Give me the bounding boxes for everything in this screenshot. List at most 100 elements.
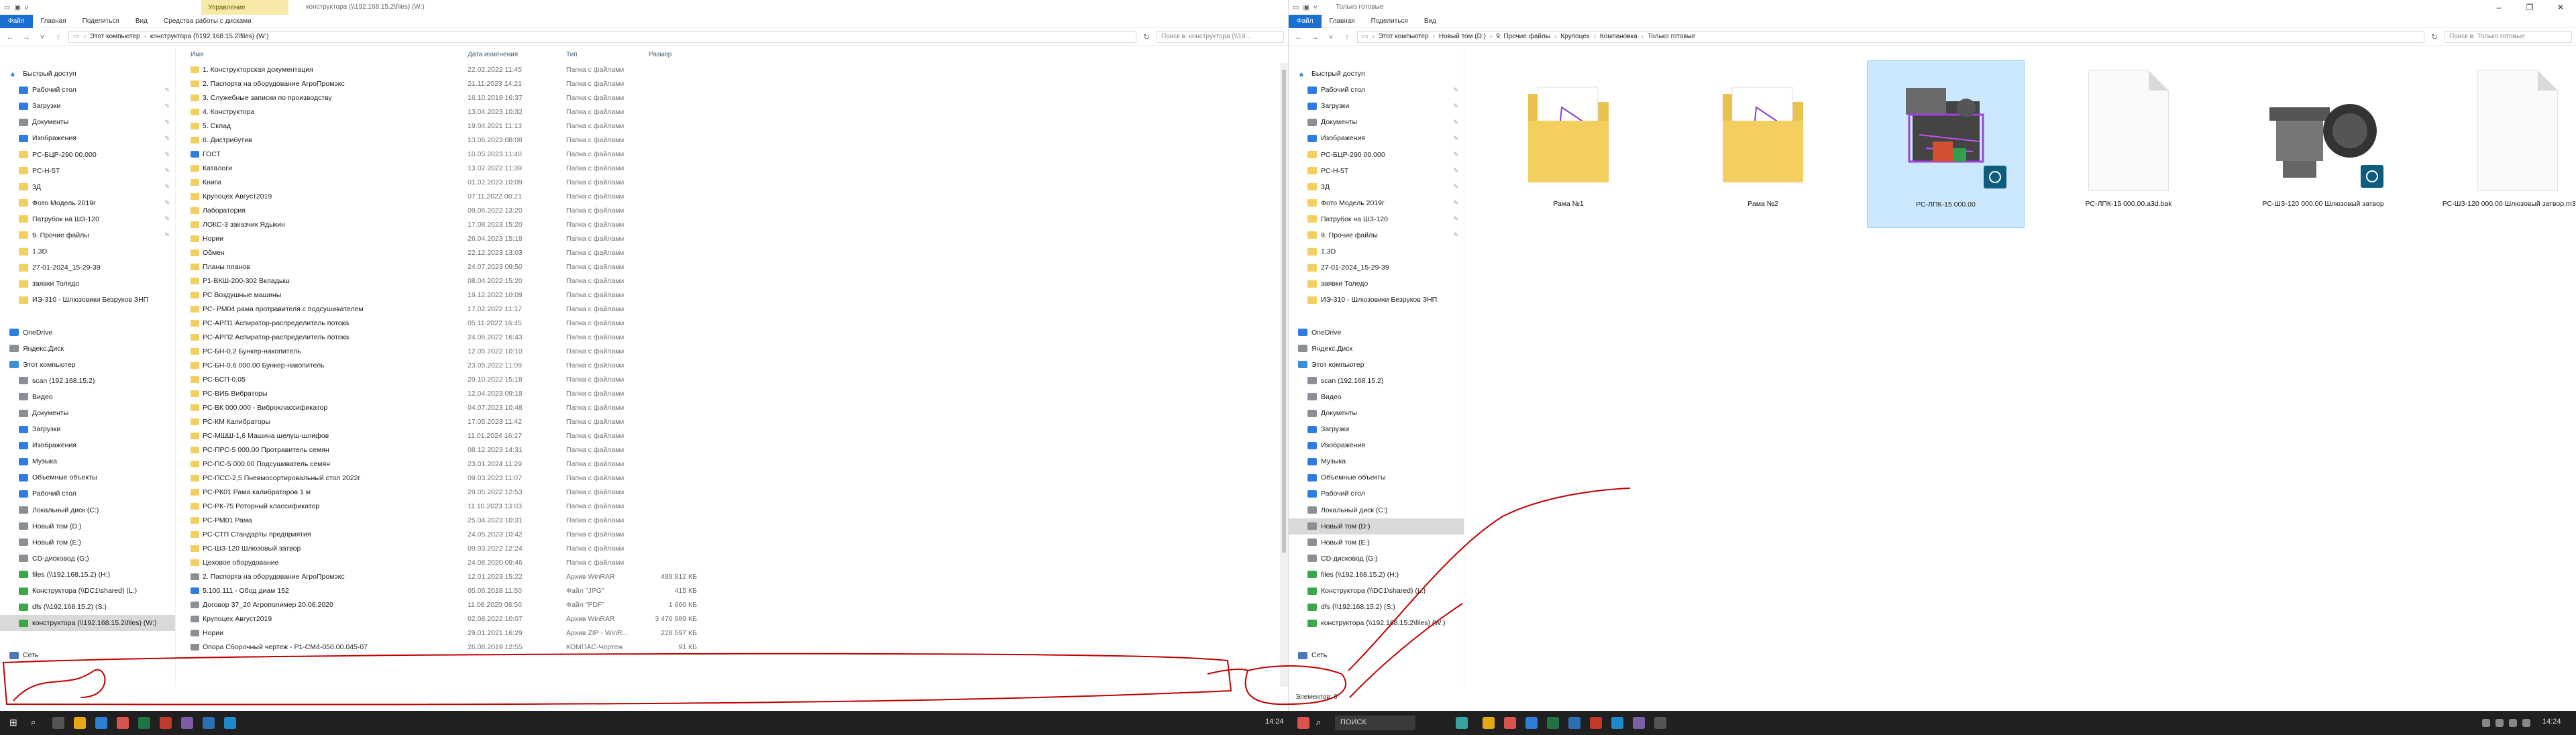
- right-clock[interactable]: 14:24: [2542, 718, 2561, 726]
- file-row[interactable]: 1. Конструкторская документация 22.02.202…: [176, 63, 1288, 77]
- file-row[interactable]: 5.100.111 - Обод диам 152 05.06.2018 11:5…: [176, 584, 1288, 598]
- nav-item[interactable]: 27-01-2024_15-29-39: [0, 260, 175, 276]
- file-tile[interactable]: РС-ЛПК-15 000.00: [1867, 60, 2025, 228]
- search-icon[interactable]: ⌕: [1316, 717, 1328, 729]
- file-row[interactable]: Планы планов 24.07.2023 09:50 Папка с файл…: [176, 260, 1288, 274]
- nav-item[interactable]: РС-Н-5Т ✎: [1289, 163, 1464, 179]
- nav-item[interactable]: РС-БЦР-290 00.000 ✎: [0, 146, 175, 162]
- task-view-icon[interactable]: [52, 717, 64, 729]
- nav-item[interactable]: Сеть: [0, 647, 175, 663]
- tray-icon[interactable]: [2482, 719, 2490, 727]
- file-explorer-icon[interactable]: [1483, 717, 1495, 729]
- ribbon-tab[interactable]: Поделиться: [1363, 15, 1416, 28]
- file-row[interactable]: Договор 37_20 Агрополимер 20.06.2020 11.0…: [176, 598, 1288, 612]
- file-row[interactable]: 3. Служебные записки по производству 16.1…: [176, 91, 1288, 105]
- nav-item[interactable]: scan (192.168.15.2): [1289, 373, 1464, 389]
- kompas-icon[interactable]: [160, 717, 172, 729]
- breadcrumb-item[interactable]: конструктора (\\192.168.15.2\files) (W:): [150, 33, 269, 40]
- ribbon-tab[interactable]: Файл: [0, 14, 33, 28]
- nav-item[interactable]: 1.3D: [0, 243, 175, 260]
- nav-item[interactable]: Документы ✎: [0, 114, 175, 130]
- nav-item[interactable]: Рабочий стол: [0, 486, 175, 502]
- telegram-icon[interactable]: [224, 717, 236, 729]
- app-icon[interactable]: [1456, 717, 1468, 729]
- nav-item[interactable]: заявки Толедо: [1289, 276, 1464, 292]
- column-name[interactable]: Имя: [191, 51, 203, 58]
- nav-item[interactable]: Новый том (D:): [1289, 518, 1464, 534]
- nav-item[interactable]: ★ Быстрый доступ: [0, 66, 175, 82]
- file-row[interactable]: РС-ШЗ-120 Шлюзовый затвор 09.03.2022 12:2…: [176, 542, 1288, 556]
- up-arrow-icon[interactable]: ↑: [52, 32, 64, 42]
- file-row[interactable]: Нории 26.04.2023 15:18 Папка с файлами: [176, 232, 1288, 246]
- edge-icon[interactable]: [1525, 717, 1538, 729]
- file-row[interactable]: 4. Конструктора 13.04.2023 10:32 Папка с ф…: [176, 105, 1288, 119]
- nav-item[interactable]: РС-Н-5Т ✎: [0, 163, 175, 179]
- windows-start-icon[interactable]: ⊞: [9, 717, 21, 729]
- nav-item[interactable]: 27-01-2024_15-29-39: [1289, 260, 1464, 276]
- app-icon[interactable]: [1654, 717, 1666, 729]
- nav-item[interactable]: dfs (\\192.168.15.2) (S:): [1289, 599, 1464, 615]
- ribbon-tab[interactable]: Вид: [1416, 15, 1444, 28]
- maximize-icon[interactable]: ❐: [2514, 0, 2545, 15]
- file-row[interactable]: 2. Паспорта на оборудование АгроПромэкс 2…: [176, 77, 1288, 91]
- nav-item[interactable]: Загрузки: [0, 421, 175, 437]
- nav-item[interactable]: конструктора (\\192.168.15.2\files) (W:): [0, 615, 175, 632]
- viber-icon[interactable]: [181, 717, 193, 729]
- nav-item[interactable]: ИЭ-310 - Шлюзовики Безруков ЗНП: [0, 292, 175, 308]
- app-icon[interactable]: [203, 717, 215, 729]
- nav-item[interactable]: Рабочий стол ✎: [0, 82, 175, 98]
- file-row[interactable]: РС-АРП2 Аспиратор-распределитель потока 2…: [176, 331, 1288, 345]
- nav-item[interactable]: Изображения ✎: [1289, 130, 1464, 146]
- nav-item[interactable]: CD-дисковод (G:): [0, 551, 175, 567]
- file-row[interactable]: РС-АРП1 Аспиратор-распределитель потока 0…: [176, 317, 1288, 331]
- nav-item[interactable]: Сеть: [1289, 647, 1464, 663]
- nav-item[interactable]: 3Д ✎: [0, 179, 175, 195]
- search-input[interactable]: Поиск в: конструктора (\\19...: [1157, 30, 1284, 43]
- file-row[interactable]: РС-ПРС-5 000.00 Протравитель семян 08.12.…: [176, 443, 1288, 457]
- file-row[interactable]: 5. Склад 19.04.2021 11:13 Папка с файлами: [176, 119, 1288, 133]
- file-row[interactable]: Р1-ВКШ-200-302 Вкладыш 08.04.2022 15:20 Па…: [176, 274, 1288, 288]
- file-explorer-icon[interactable]: [74, 717, 86, 729]
- save-icon[interactable]: ▣: [1303, 4, 1309, 11]
- nav-item[interactable]: Рабочий стол ✎: [1289, 82, 1464, 98]
- file-row[interactable]: Опора Сборочный чертеж - Р1-СМ4-050.00.0…: [176, 640, 1288, 655]
- file-row[interactable]: 6. Дистрибутив 13.06.2023 08:08 Папка с фа…: [176, 133, 1288, 148]
- ribbon-tab[interactable]: Поделиться: [74, 15, 127, 28]
- file-row[interactable]: РС-РК-75 Роторный классификатор 11.10.202…: [176, 500, 1288, 514]
- nav-item[interactable]: заявки Толедо: [0, 276, 175, 292]
- file-row[interactable]: РС-ПС-5 000.00 Подсушиватель семян 23.01.…: [176, 457, 1288, 471]
- kompas-icon[interactable]: [1590, 717, 1602, 729]
- nav-item[interactable]: CD-дисковод (G:): [1289, 551, 1464, 567]
- left-clock[interactable]: 14:24: [1265, 718, 1284, 726]
- folder-icon[interactable]: ▭: [4, 4, 10, 11]
- nav-item[interactable]: Новый том (E:): [0, 534, 175, 551]
- file-row[interactable]: РС-БСП-0,05 29.10.2022 15:18 Папка с файла…: [176, 373, 1288, 387]
- file-row[interactable]: Нории 29.01.2021 16:29 Архив ZIP - WinR...…: [176, 626, 1288, 640]
- breadcrumb-chevron-icon[interactable]: ›: [1554, 33, 1556, 40]
- chrome-icon[interactable]: [117, 717, 129, 729]
- refresh-icon[interactable]: ↻: [1140, 32, 1152, 42]
- volume-icon[interactable]: [2509, 719, 2517, 727]
- nav-item[interactable]: ★ Быстрый доступ: [1289, 66, 1464, 82]
- nav-item[interactable]: 3Д ✎: [1289, 179, 1464, 195]
- ribbon-tab[interactable]: Средства работы с дисками: [156, 15, 260, 28]
- breadcrumb-chevron-icon[interactable]: ›: [1433, 33, 1435, 40]
- nav-item[interactable]: dfs (\\192.168.15.2) (S:): [0, 599, 175, 615]
- nav-item[interactable]: Патрубок на ШЗ-120 ✎: [1289, 211, 1464, 227]
- nav-item[interactable]: Музыка: [0, 453, 175, 469]
- nav-item[interactable]: Документы: [0, 405, 175, 421]
- nav-item[interactable]: Объемные объекты: [0, 469, 175, 486]
- nav-item[interactable]: OneDrive: [0, 325, 175, 341]
- nav-item[interactable]: РС-БЦР-290 00.000 ✎: [1289, 146, 1464, 162]
- language-icon[interactable]: [2522, 719, 2530, 727]
- nav-item[interactable]: Изображения: [1289, 437, 1464, 453]
- nav-item[interactable]: Документы: [1289, 405, 1464, 421]
- nav-item[interactable]: Патрубок на ШЗ-120 ✎: [0, 211, 175, 227]
- nav-item[interactable]: Локальный диск (C:): [1289, 502, 1464, 518]
- chrome-icon[interactable]: [1504, 717, 1516, 729]
- ribbon-tab[interactable]: Файл: [1289, 14, 1322, 28]
- search-input[interactable]: Поиск в: Только готовые: [2445, 30, 2572, 43]
- column-date[interactable]: Дата изменения: [468, 51, 518, 58]
- folder-icon[interactable]: ▭: [1293, 4, 1299, 11]
- file-row[interactable]: РС-БН-0,6 000.00 Бункер-накопитель 23.05.…: [176, 359, 1288, 373]
